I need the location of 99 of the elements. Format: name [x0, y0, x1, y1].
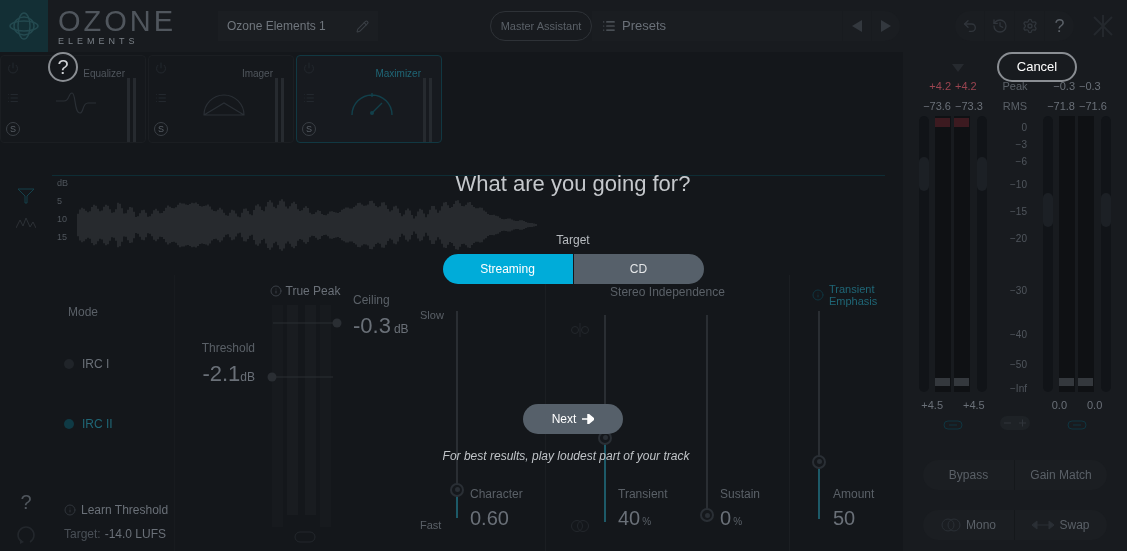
triangle-right-icon — [881, 20, 891, 32]
amount-label: Amount — [833, 486, 875, 503]
target-label: Target — [556, 232, 590, 248]
axis-label: 5 — [57, 195, 63, 208]
dialog-title: What are you going for? — [455, 170, 691, 198]
peak-reading: −0.3 — [1079, 78, 1101, 94]
list-icon — [602, 19, 616, 33]
settings-icon — [1021, 18, 1038, 34]
transient-value[interactable]: 40 — [618, 503, 641, 533]
rms-reading: −73.3 — [955, 98, 983, 114]
threshold-unit: dB — [240, 370, 255, 386]
slider[interactable] — [700, 315, 714, 522]
gain-reading: +4.5 — [921, 397, 943, 413]
info-icon[interactable] — [269, 285, 282, 297]
logo-icon — [8, 11, 40, 41]
gauge-icon — [349, 91, 395, 117]
scale-label: −30 — [1010, 285, 1027, 297]
mono-button[interactable]: Mono — [923, 510, 1015, 540]
scale-label: −6 — [1015, 156, 1027, 168]
swap-button[interactable]: Swap — [1015, 510, 1107, 540]
hint-text: For best results, play loudest part of your track — [442, 449, 690, 463]
stereo-independence-title: Stereo Independence — [610, 284, 725, 301]
peak-reading: +4.2 — [929, 78, 951, 94]
rms-reading: −73.6 — [923, 98, 951, 114]
zoom-control[interactable] — [1000, 416, 1030, 430]
mode-radio[interactable]: IRC II — [64, 415, 174, 433]
undo-icon — [961, 18, 978, 34]
slider[interactable] — [812, 311, 826, 519]
rms-reading: −71.6 — [1079, 98, 1107, 114]
axis-label: dB — [57, 177, 69, 190]
ceiling-value[interactable]: -0.3 — [353, 309, 391, 342]
product-edition: ELEMENTS — [58, 36, 140, 46]
slow-label: Slow — [420, 308, 445, 323]
eq-curve-icon — [54, 91, 98, 117]
target-label: Target: — [64, 526, 101, 543]
axis-label: 10 — [57, 213, 68, 226]
link-icon[interactable] — [943, 420, 963, 430]
bypass-button[interactable]: Bypass — [923, 460, 1015, 490]
target-option[interactable]: CD — [573, 254, 704, 284]
scale-label: −15 — [1010, 206, 1027, 218]
slider-thumb[interactable] — [812, 454, 826, 469]
ceiling-unit: dB — [393, 321, 409, 338]
product-name: OZONE — [58, 6, 170, 36]
gain-match-button[interactable]: Gain Match — [1015, 460, 1107, 490]
learn-threshold-button[interactable]: Learn Threshold — [64, 501, 174, 519]
threshold-value[interactable]: -2.1 — [202, 357, 241, 390]
transient-label: Transient — [618, 486, 669, 503]
funnel-icon[interactable] — [17, 187, 35, 205]
sustain-label: Sustain — [720, 486, 761, 503]
module-title: Imager — [241, 67, 274, 81]
history-icon — [991, 18, 1008, 34]
percent-unit: % — [733, 515, 743, 529]
link-icon[interactable] — [1067, 420, 1087, 430]
character-value[interactable]: 0.60 — [470, 503, 523, 533]
amount-value[interactable]: 50 — [833, 503, 875, 533]
percent-unit: % — [642, 515, 652, 529]
cancel-button[interactable]: Cancel — [997, 52, 1077, 82]
scale-label: −10 — [1010, 179, 1027, 191]
ceiling-label: Ceiling — [353, 292, 391, 309]
mode-label: Mode — [68, 304, 100, 321]
rms-reading: −71.8 — [1047, 98, 1075, 114]
fast-label: Fast — [420, 517, 443, 533]
peak-label: Peak — [1002, 79, 1028, 94]
slider-thumb[interactable] — [700, 508, 714, 522]
module-card[interactable]: S Imager — [148, 55, 294, 143]
scale-label: −Inf — [1010, 383, 1027, 395]
arrow-right-icon — [582, 414, 595, 424]
module-meter-icon — [423, 78, 435, 142]
target-value: -14.0 LUFS — [104, 526, 167, 543]
rms-label: RMS — [1002, 99, 1028, 114]
peak-reading: +4.2 — [955, 78, 977, 94]
gain-reading: +4.5 — [963, 397, 985, 413]
transient-emphasis-title: Transient Emphasis — [829, 283, 879, 307]
presets-button[interactable]: Presets — [602, 16, 667, 36]
help-button[interactable]: ? — [48, 52, 78, 82]
true-peak-label: True Peak — [285, 283, 341, 300]
gain-reading: 0.0 — [1051, 397, 1067, 413]
preset-name: Ozone Elements 1 — [227, 18, 326, 35]
peaks-icon[interactable] — [16, 217, 36, 229]
target-option[interactable]: Streaming — [442, 254, 573, 284]
scale-label: −3 — [1015, 139, 1027, 151]
threshold-label: Threshold — [201, 340, 255, 357]
mode-radio[interactable]: IRC I — [64, 355, 174, 373]
triangle-left-icon — [852, 20, 862, 32]
help-button[interactable]: ? — [20, 487, 32, 517]
module-title: Maximizer — [375, 67, 422, 81]
axis-label: 15 — [57, 231, 68, 244]
pencil-icon[interactable] — [356, 19, 369, 33]
sustain-value[interactable]: 0 — [720, 503, 732, 533]
gain-reading: 0.0 — [1087, 397, 1103, 413]
info-icon — [64, 504, 76, 516]
slider-thumb[interactable] — [450, 482, 464, 497]
scale-label: −40 — [1010, 329, 1027, 341]
info-icon[interactable] — [812, 289, 824, 301]
next-button[interactable]: Next — [523, 404, 623, 434]
scale-label: −50 — [1010, 359, 1027, 371]
module-title: Equalizer — [83, 67, 126, 81]
semicircle-icon — [202, 91, 246, 117]
character-label: Character — [470, 486, 523, 503]
